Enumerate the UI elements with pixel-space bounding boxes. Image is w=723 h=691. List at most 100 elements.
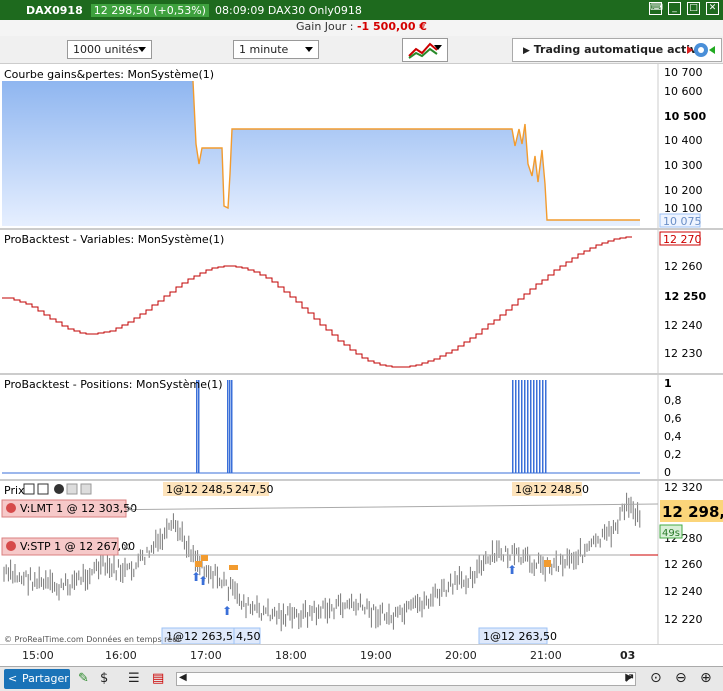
buy-arrow-icon: ⬆	[507, 563, 517, 577]
cancel-order-icon[interactable]: ✕	[121, 540, 131, 554]
position-bar	[533, 380, 535, 473]
title-bar: DAX0918 12 298,50 (+0,53%) 08:09:09 DAX3…	[0, 0, 723, 20]
wrench-icon[interactable]	[23, 483, 35, 495]
time-label: 16:00	[105, 649, 137, 662]
share-button[interactable]: < Partager	[4, 669, 70, 689]
tick-label: 10 500	[664, 110, 706, 123]
position-bar	[231, 380, 233, 473]
trade-label: 4,50	[236, 630, 261, 643]
stop-order-label: V:STP 1 @ 12 267,00	[20, 540, 135, 553]
close-icon[interactable]: ✕	[706, 2, 719, 15]
tick-label: 0,4	[664, 430, 682, 443]
limit-order-label: V:LMT 1 @ 12 303,50	[20, 502, 137, 515]
maximize-icon[interactable]: □	[687, 2, 700, 15]
scroll-left-icon[interactable]: ◀	[179, 672, 187, 683]
gear-icon	[6, 503, 16, 513]
sell-marker	[229, 565, 238, 570]
gain-bar: Gain Jour : -1 500,00 €	[0, 20, 723, 36]
share-icon: <	[8, 672, 18, 685]
tick-label: 12 260	[664, 558, 703, 571]
position-bar	[518, 380, 520, 473]
cancel-order-icon[interactable]: ✕	[125, 502, 135, 516]
position-bar	[521, 380, 523, 473]
positions-axis: 1 0,8 0,6 0,4 0,2 0	[664, 377, 682, 479]
auto-trading-label: Trading automatique activé	[533, 43, 705, 56]
tick-label: 12 250	[664, 290, 706, 303]
position-bar	[527, 380, 529, 473]
symbol-name: DAX0918	[26, 3, 83, 17]
list-icon[interactable]: ☰	[128, 671, 140, 686]
countdown-value: 49s	[662, 528, 680, 539]
pane-title: ProBacktest - Variables: MonSystème(1)	[4, 233, 224, 246]
close-icon[interactable]	[54, 484, 64, 494]
tick-label: 10 200	[664, 184, 703, 197]
minimize-icon[interactable]: _	[668, 2, 681, 15]
window-icon[interactable]	[37, 483, 49, 495]
time-label: 15:00	[22, 649, 54, 662]
tick-label: 12 230	[664, 347, 703, 360]
position-bar	[198, 380, 200, 473]
zoom-out-icon[interactable]: ⊖	[675, 670, 687, 686]
cursor-icon[interactable]: ↗	[624, 671, 635, 686]
position-bars	[196, 380, 547, 473]
share-label: Partager	[22, 672, 69, 685]
position-bar	[542, 380, 544, 473]
chart-type-button[interactable]	[402, 38, 448, 62]
tick-label: 1	[664, 377, 672, 390]
sell-marker	[195, 561, 202, 567]
dollar-icon[interactable]: $	[100, 671, 108, 686]
time-label: 19:00	[360, 649, 392, 662]
equity-area	[2, 81, 640, 226]
horizontal-scrollbar[interactable]: ◀ ▶	[176, 672, 636, 686]
trade-label: 1@12 248,50	[166, 483, 240, 496]
time-axis[interactable]: 15:00 16:00 17:00 18:00 19:00 20:00 21:0…	[0, 644, 723, 666]
buy-arrow-icon: ⬆	[198, 574, 208, 588]
layout-icon[interactable]: ▤	[152, 671, 164, 686]
auto-trading-status[interactable]: ▶ Trading automatique activé	[512, 38, 722, 62]
indicator-icon[interactable]: ✎	[78, 671, 89, 686]
data-credit: © ProRealTime.com Données en temps réel	[4, 634, 179, 644]
equity-last-value: 10 075	[663, 215, 702, 228]
variables-axis: 12 270 12 260 12 250 12 240 12 230	[659, 231, 706, 360]
zoom-in-icon[interactable]: ⊕	[700, 670, 712, 686]
pane-title: ProBacktest - Positions: MonSystème(1)	[4, 378, 223, 391]
gear-icon	[6, 541, 16, 551]
gain-label: Gain Jour :	[296, 20, 357, 33]
position-bar	[536, 380, 538, 473]
time-label: 17:00	[190, 649, 222, 662]
variable-last-value: 12 270	[663, 233, 702, 246]
chart-area[interactable]: Courbe gains&pertes: MonSystème(1) 10 70…	[0, 64, 723, 644]
add-icon[interactable]	[80, 483, 92, 495]
tick-label: 0	[664, 466, 671, 479]
buy-arrow-icon: ⬆	[222, 604, 232, 618]
sell-marker	[201, 555, 208, 561]
zoom-fit-icon[interactable]: ⊙	[650, 670, 662, 686]
window-controls: ⌨ _ □ ✕	[649, 2, 719, 15]
interval-value: 1 minute	[239, 43, 289, 56]
trade-label: 1@12 248,50	[515, 483, 589, 496]
position-bar	[524, 380, 526, 473]
tick-label: 10 600	[664, 85, 703, 98]
last-price-value: 12 298,5	[662, 503, 723, 521]
settings-icon[interactable]	[66, 483, 78, 495]
interval-select[interactable]: 1 minute	[233, 40, 319, 59]
variable-line	[2, 236, 632, 368]
equity-axis: 10 700 10 600 10 500 10 400 10 300 10 20…	[659, 66, 706, 228]
position-bar	[227, 380, 229, 473]
time-label: 20:00	[445, 649, 477, 662]
pane-title: Prix	[4, 484, 25, 497]
price-pane-tools	[23, 483, 92, 495]
bottom-bar: < Partager ✎ $ ☰ ▤ ◀ ▶ ↗ ⊙ ⊖ ⊕	[0, 666, 723, 691]
keyboard-icon[interactable]: ⌨	[649, 2, 663, 15]
tick-label: 10 100	[664, 202, 703, 215]
units-select[interactable]: 1000 unités	[67, 40, 152, 59]
trade-label: 1@12 263,50	[483, 630, 557, 643]
time-label: 21:00	[530, 649, 562, 662]
tick-label: 12 320	[664, 481, 703, 494]
tick-label: 10 700	[664, 66, 703, 79]
tick-label: 0,2	[664, 448, 682, 461]
tick-label: 0,6	[664, 412, 682, 425]
price-change: 12 298,50 (+0,53%)	[90, 3, 209, 17]
tick-label: 12 260	[664, 260, 703, 273]
pane-title: Courbe gains&pertes: MonSystème(1)	[4, 68, 214, 81]
